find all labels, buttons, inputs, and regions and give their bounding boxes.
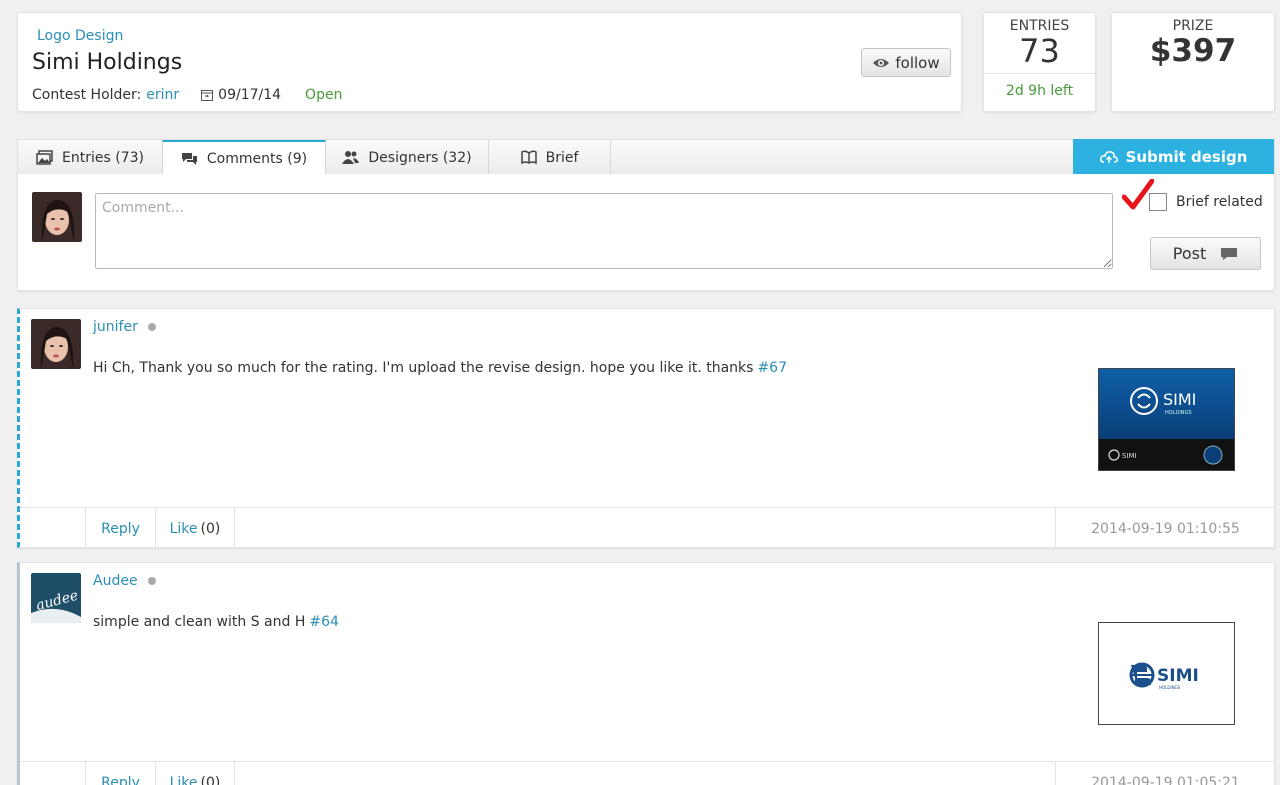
holder-name-link[interactable]: erinr bbox=[146, 87, 179, 103]
presence-dot-icon bbox=[147, 577, 156, 585]
contest-date-text: 09/17/14 bbox=[218, 87, 282, 103]
reply-button[interactable]: Reply bbox=[86, 762, 156, 785]
contest-category[interactable]: Logo Design bbox=[37, 28, 123, 44]
time-left: 2d 9h left bbox=[1005, 83, 1074, 99]
post-button[interactable]: Post bbox=[1150, 237, 1261, 270]
post-label: Post bbox=[1172, 244, 1207, 263]
entry-thumbnail[interactable]: SIMI HOLDINGS SIMI bbox=[1098, 368, 1235, 471]
contest-title: Simi Holdings bbox=[32, 50, 183, 75]
follow-button[interactable]: follow bbox=[861, 48, 951, 77]
comment-item: junifer Hi Ch, Thank you so much for the… bbox=[17, 308, 1275, 549]
tab-comments[interactable]: Comments (9) bbox=[162, 140, 326, 176]
prize-stat: PRIZE $397 bbox=[1111, 12, 1275, 112]
tab-label: Designers (32) bbox=[368, 149, 472, 166]
users-icon bbox=[342, 151, 360, 164]
entry-ref-link[interactable]: #67 bbox=[757, 360, 787, 376]
contest-header: Logo Design Simi Holdings Contest Holder… bbox=[17, 12, 962, 112]
thumb-small-text: SIMI bbox=[1122, 452, 1137, 460]
avatar bbox=[32, 192, 82, 242]
comment-footer: Reply Like (0) 2014-09-19 01:05:21 bbox=[20, 761, 1274, 785]
entries-value: 73 bbox=[1019, 32, 1060, 70]
entries-stat: ENTRIES 73 2d 9h left bbox=[983, 12, 1096, 112]
gallery-icon bbox=[36, 150, 53, 165]
follow-label: follow bbox=[895, 53, 940, 72]
tab-label: Brief bbox=[545, 149, 579, 166]
brief-related-checkbox[interactable] bbox=[1149, 193, 1167, 211]
footer-spacer bbox=[20, 762, 86, 785]
like-count: (0) bbox=[200, 774, 221, 785]
like-button[interactable]: Like (0) bbox=[156, 508, 235, 549]
comment-input[interactable] bbox=[95, 193, 1113, 269]
reply-label: Reply bbox=[101, 774, 140, 785]
contest-status: Open bbox=[305, 87, 343, 103]
tab-label: Entries (73) bbox=[62, 149, 144, 166]
calendar-icon bbox=[201, 90, 214, 101]
cloud-upload-icon bbox=[1099, 151, 1118, 163]
holder-label: Contest Holder: bbox=[32, 87, 142, 103]
avatar[interactable]: audee bbox=[31, 573, 81, 623]
like-count: (0) bbox=[200, 520, 221, 537]
thumb-logo-text: SIMI bbox=[1157, 666, 1199, 686]
like-label: Like bbox=[169, 774, 198, 785]
author-name-link[interactable]: Audee bbox=[93, 573, 138, 589]
comment-author: Audee bbox=[93, 573, 156, 589]
brief-related-label[interactable]: Brief related bbox=[1176, 194, 1263, 210]
tab-label: Comments (9) bbox=[206, 151, 308, 167]
tab-brief[interactable]: Brief bbox=[489, 140, 611, 175]
submit-design-label: Submit design bbox=[1125, 148, 1248, 166]
submit-design-button[interactable]: Submit design bbox=[1073, 139, 1274, 175]
reply-label: Reply bbox=[101, 520, 140, 537]
entry-thumbnail[interactable]: SIMI HOLDINGS bbox=[1098, 622, 1235, 725]
comments-icon bbox=[181, 152, 197, 165]
like-button[interactable]: Like (0) bbox=[156, 762, 235, 785]
tab-entries[interactable]: Entries (73) bbox=[18, 140, 163, 175]
author-name-link[interactable]: junifer bbox=[93, 319, 138, 335]
book-icon bbox=[520, 150, 537, 165]
entry-ref-link[interactable]: #64 bbox=[309, 614, 339, 630]
prize-value: $397 bbox=[1149, 33, 1237, 69]
comment-timestamp: 2014-09-19 01:05:21 bbox=[1055, 762, 1275, 785]
contest-date: 09/17/14 bbox=[201, 87, 281, 103]
comment-form: Brief related Post bbox=[17, 174, 1275, 291]
comment-author: junifer bbox=[93, 319, 156, 335]
thumb-logo-text: SIMI bbox=[1163, 390, 1196, 409]
speech-bubble-icon bbox=[1221, 247, 1238, 260]
comment-text: simple and clean with S and H #64 bbox=[93, 614, 339, 630]
like-label: Like bbox=[169, 520, 198, 537]
avatar[interactable] bbox=[31, 319, 81, 369]
divider bbox=[984, 73, 1095, 74]
comment-footer: Reply Like (0) 2014-09-19 01:10:55 bbox=[20, 507, 1275, 549]
thumb-logo-sub: HOLDINGS bbox=[1165, 410, 1192, 416]
comment-body: simple and clean with S and H bbox=[93, 614, 306, 630]
contest-meta: Contest Holder: erinr 09/17/14 Open bbox=[32, 87, 342, 103]
comment-item: audee Audee simple and clean with S and … bbox=[17, 562, 1275, 785]
comment-body: Hi Ch, Thank you so much for the rating.… bbox=[93, 360, 754, 376]
presence-dot-icon bbox=[147, 323, 156, 331]
comment-timestamp: 2014-09-19 01:10:55 bbox=[1055, 508, 1275, 549]
prize-label: PRIZE bbox=[1172, 18, 1214, 34]
reply-button[interactable]: Reply bbox=[86, 508, 156, 549]
tab-bar: Entries (73) Comments (9) Designers (32)… bbox=[17, 139, 1275, 176]
footer-spacer bbox=[20, 508, 86, 549]
comment-text: Hi Ch, Thank you so much for the rating.… bbox=[93, 360, 787, 376]
thumb-logo-sub: HOLDINGS bbox=[1159, 685, 1181, 690]
tab-designers[interactable]: Designers (32) bbox=[326, 140, 489, 175]
eye-icon bbox=[873, 58, 890, 67]
